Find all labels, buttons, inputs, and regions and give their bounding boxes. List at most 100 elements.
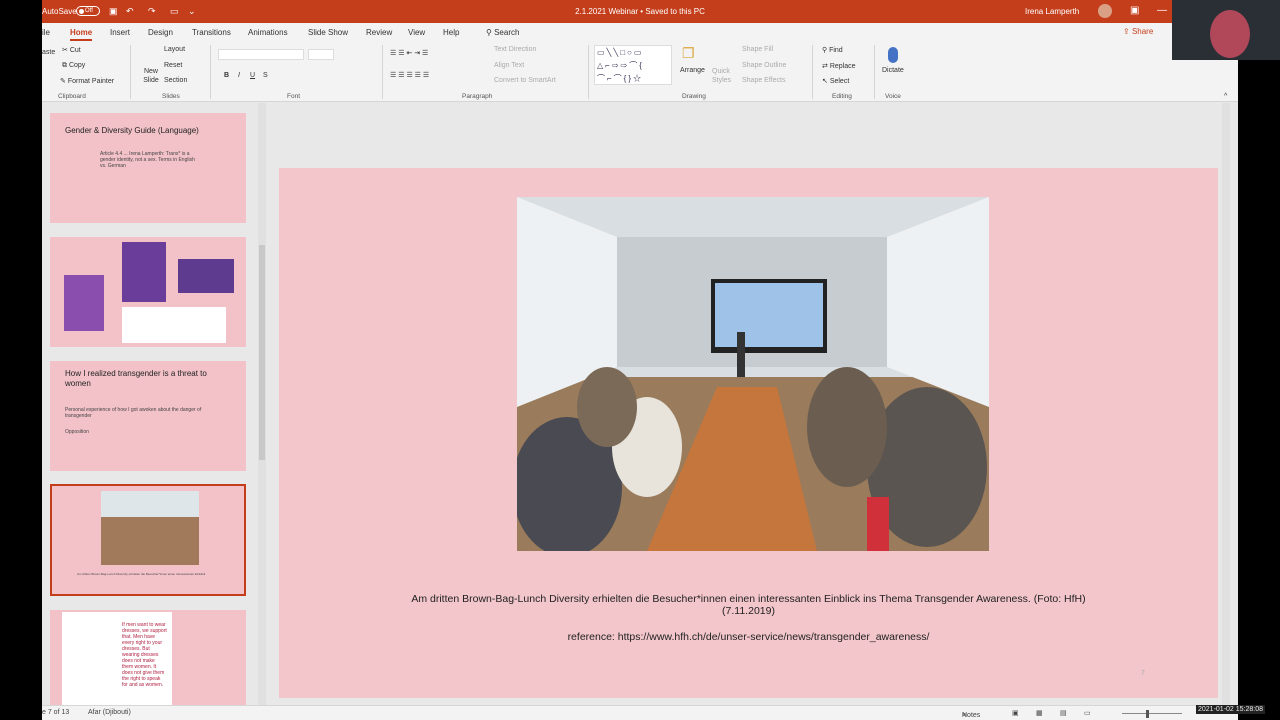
separator	[812, 45, 813, 99]
poster-image	[122, 242, 166, 302]
zoom-slider-knob[interactable]	[1146, 710, 1149, 718]
slide-thumbnail-panel: Gender & Diversity Guide (Language) Arti…	[42, 103, 270, 705]
text-direction-button[interactable]: Text Direction	[494, 46, 536, 53]
ribbon-tabs: ile Home Insert Design Transitions Anima…	[42, 23, 1238, 41]
slide-counter: e 7 of 13	[42, 709, 70, 716]
conference-room-photo	[517, 197, 989, 551]
copy-button[interactable]: ⧉ Copy	[62, 62, 85, 70]
search-label: Search	[494, 28, 520, 37]
brush-icon: ✎	[60, 78, 68, 85]
font-family-select[interactable]	[218, 49, 304, 60]
align-icons[interactable]: ☰ ☰ ☰ ☰ ☰	[390, 71, 429, 79]
underline-button[interactable]: U	[250, 72, 255, 79]
zoom-slider[interactable]	[1122, 713, 1182, 714]
search-box[interactable]: ⚲ Search	[486, 28, 519, 37]
format-painter-button[interactable]: ✎ Format Painter	[60, 77, 114, 85]
slide-thumbnail[interactable]: If men want to wear dresses, we support …	[50, 610, 246, 705]
dictate-button[interactable]: Dictate	[882, 67, 904, 74]
share-button[interactable]: ⇪ Share	[1123, 27, 1153, 36]
separator	[210, 45, 211, 99]
thumbnail-scrollbar[interactable]	[258, 103, 266, 705]
thumbnail-caption: Am dritten Brown-Bag-Lunch Diversity erh…	[77, 572, 206, 576]
tab-review[interactable]: Review	[366, 28, 392, 37]
select-label: Select	[829, 78, 850, 85]
system-clock: 2021-01-02 15:28:08	[1196, 705, 1265, 714]
italic-button[interactable]: I	[238, 72, 240, 79]
slide-photo[interactable]	[517, 197, 989, 551]
poster-image	[64, 275, 104, 331]
slide-caption-line-2[interactable]: (7.11.2019)	[279, 605, 1218, 617]
slide-show-icon[interactable]: ▭	[1084, 709, 1091, 717]
slide-reference[interactable]: reference: https://www.hfh.ch/de/unser-s…	[279, 631, 1218, 643]
tab-home[interactable]: Home	[70, 28, 93, 41]
align-text-button[interactable]: Align Text	[494, 62, 524, 69]
replace-icon: ⇄	[822, 63, 830, 70]
tab-help[interactable]: Help	[443, 28, 459, 37]
title-bar: AutoSave Off ▣ ↶ ↷ ▭ ⌄ 2.1.2021 Webinar …	[42, 0, 1238, 23]
current-slide[interactable]: Am dritten Brown-Bag-Lunch Diversity erh…	[279, 168, 1218, 698]
quick-styles-button[interactable]: Quick Styles	[712, 67, 734, 85]
tab-file[interactable]: ile	[42, 28, 50, 37]
minimize-icon[interactable]: —	[1157, 5, 1167, 16]
editing-group-label: Editing	[832, 93, 852, 100]
paste-button[interactable]: aste	[42, 49, 55, 56]
font-size-select[interactable]	[308, 49, 334, 60]
arrange-icon[interactable]: ❐	[682, 45, 695, 62]
section-button[interactable]: Section	[164, 77, 187, 84]
layout-button[interactable]: Layout	[164, 46, 185, 53]
user-name[interactable]: Irena Lamperth	[1025, 7, 1079, 16]
shape-fill-button[interactable]: Shape Fill	[742, 46, 773, 53]
shapes-gallery[interactable]: ▭╲╲□○▭ △⌐⇨⇨⌒{⌒⌐⌒{}☆	[594, 45, 672, 85]
find-button[interactable]: ⚲ Find	[822, 46, 843, 54]
separator	[588, 45, 589, 99]
microphone-icon[interactable]	[888, 47, 898, 63]
thumbnail-bullet: Opposition	[65, 429, 89, 435]
share-label: Share	[1131, 27, 1154, 36]
clipboard-group-label: Clipboard	[58, 93, 86, 100]
tab-transitions[interactable]: Transitions	[192, 28, 231, 37]
user-avatar[interactable]	[1098, 4, 1112, 18]
thumbnail-title: Gender & Diversity Guide (Language)	[65, 126, 199, 135]
slide-thumbnail-selected[interactable]: Am dritten Brown-Bag-Lunch Diversity erh…	[50, 484, 246, 596]
tab-design[interactable]: Design	[148, 28, 173, 37]
arrange-button[interactable]: Arrange	[680, 67, 705, 74]
thumbnail-body: Article 4.4 ... Irena Lamperth: Trans* i…	[100, 151, 195, 169]
slide-caption-line-1[interactable]: Am dritten Brown-Bag-Lunch Diversity erh…	[279, 593, 1218, 605]
tab-slide-show[interactable]: Slide Show	[308, 28, 348, 37]
slide-thumbnail[interactable]: Gender & Diversity Guide (Language) Arti…	[50, 113, 246, 223]
collapse-ribbon-icon[interactable]: ^	[1224, 93, 1227, 100]
slide-editor: Am dritten Brown-Bag-Lunch Diversity erh…	[270, 103, 1230, 705]
voice-group-label: Voice	[885, 93, 901, 100]
cut-label: Cut	[69, 47, 81, 54]
select-button[interactable]: ↖ Select	[822, 77, 849, 85]
slide-sorter-icon[interactable]: ▦	[1036, 709, 1043, 717]
copy-label: Copy	[68, 62, 86, 69]
scrollbar-thumb[interactable]	[259, 245, 265, 460]
cut-button[interactable]: ✂ Cut	[62, 46, 81, 54]
slide-thumbnail[interactable]	[50, 237, 246, 347]
editor-scrollbar[interactable]	[1222, 103, 1230, 705]
convert-smartart-button[interactable]: Convert to SmartArt	[494, 77, 556, 84]
replace-button[interactable]: ⇄ Replace	[822, 62, 856, 70]
reading-view-icon[interactable]: ▤	[1060, 709, 1067, 717]
bold-button[interactable]: B	[224, 72, 229, 79]
slide-thumbnail[interactable]: How I realized transgender is a threat t…	[50, 361, 246, 471]
webcam-person	[1210, 10, 1250, 58]
drawing-group-label: Drawing	[682, 93, 706, 100]
new-slide-button[interactable]: New Slide	[138, 67, 164, 85]
shape-outline-button[interactable]: Shape Outline	[742, 62, 786, 69]
notes-label: Notes	[962, 712, 981, 719]
slides-group-label: Slides	[162, 93, 180, 100]
tab-insert[interactable]: Insert	[110, 28, 130, 37]
search-icon: ⚲	[486, 28, 495, 37]
ribbon-display-icon[interactable]: ▣	[1130, 5, 1139, 16]
normal-view-icon[interactable]: ▣	[1012, 709, 1019, 717]
language-indicator[interactable]: Afar (Djibouti)	[88, 709, 131, 716]
webcam-overlay	[1172, 0, 1280, 60]
tab-animations[interactable]: Animations	[248, 28, 288, 37]
bullets-icon[interactable]: ☰ ☰ ⇤ ⇥ ☰	[390, 49, 428, 57]
reset-button[interactable]: Reset	[164, 62, 182, 69]
tab-view[interactable]: View	[408, 28, 425, 37]
strikethrough-button[interactable]: S	[263, 72, 268, 79]
shape-effects-button[interactable]: Shape Effects	[742, 77, 785, 84]
